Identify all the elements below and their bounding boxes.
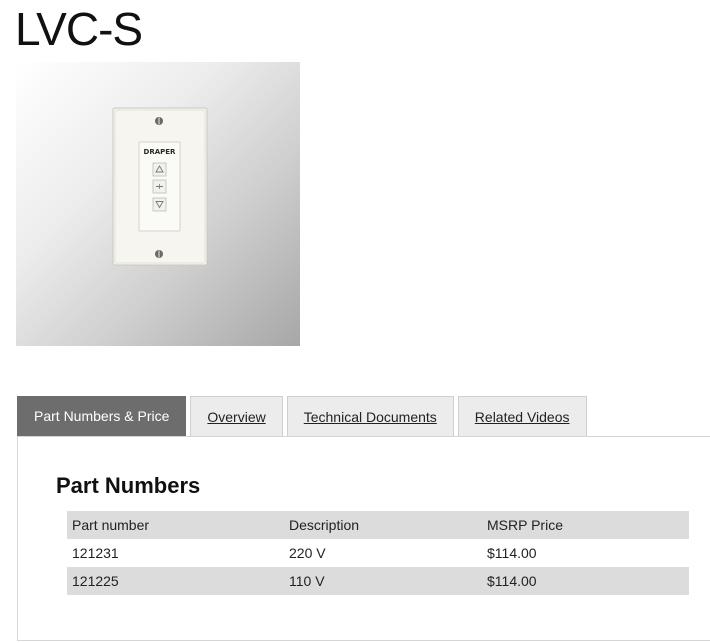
page-title: LVC-S (15, 3, 143, 55)
product-image: DRAPER (16, 62, 300, 346)
description-cell: 220 V (289, 545, 326, 561)
table-header-row: Part number Description MSRP Price (67, 511, 689, 539)
part-number-cell: 121231 (72, 545, 119, 561)
down-arrow-icon (152, 197, 167, 212)
column-header-description: Description (289, 517, 360, 533)
table-row: 121225 110 V $114.00 (67, 567, 689, 595)
part-numbers-table: Part number Description MSRP Price 12123… (67, 511, 689, 595)
price-cell: $114.00 (487, 573, 537, 589)
wall-switch-illustration: DRAPER (112, 107, 208, 266)
up-arrow-icon (152, 162, 167, 177)
tab-related-videos[interactable]: Related Videos (457, 396, 587, 436)
screw-icon (155, 250, 163, 258)
section-title: Part Numbers (56, 473, 201, 498)
description-cell: 110 V (289, 573, 325, 589)
price-cell: $114.00 (487, 545, 537, 561)
screw-icon (155, 117, 163, 125)
column-header-msrp-price: MSRP Price (487, 517, 563, 533)
tab-bar: Part Numbers & Price Overview Technical … (17, 396, 587, 436)
tab-part-numbers-price[interactable]: Part Numbers & Price (17, 396, 187, 436)
tab-technical-documents[interactable]: Technical Documents (286, 396, 454, 436)
tab-panel-part-numbers: Part Numbers Part number Description MSR… (17, 436, 710, 641)
stop-icon (152, 179, 167, 194)
part-number-cell: 121225 (72, 573, 119, 589)
tab-overview[interactable]: Overview (190, 396, 283, 436)
brand-logo: DRAPER (144, 148, 177, 156)
column-header-part-number: Part number (72, 517, 150, 533)
table-row: 121231 220 V $114.00 (67, 539, 689, 567)
